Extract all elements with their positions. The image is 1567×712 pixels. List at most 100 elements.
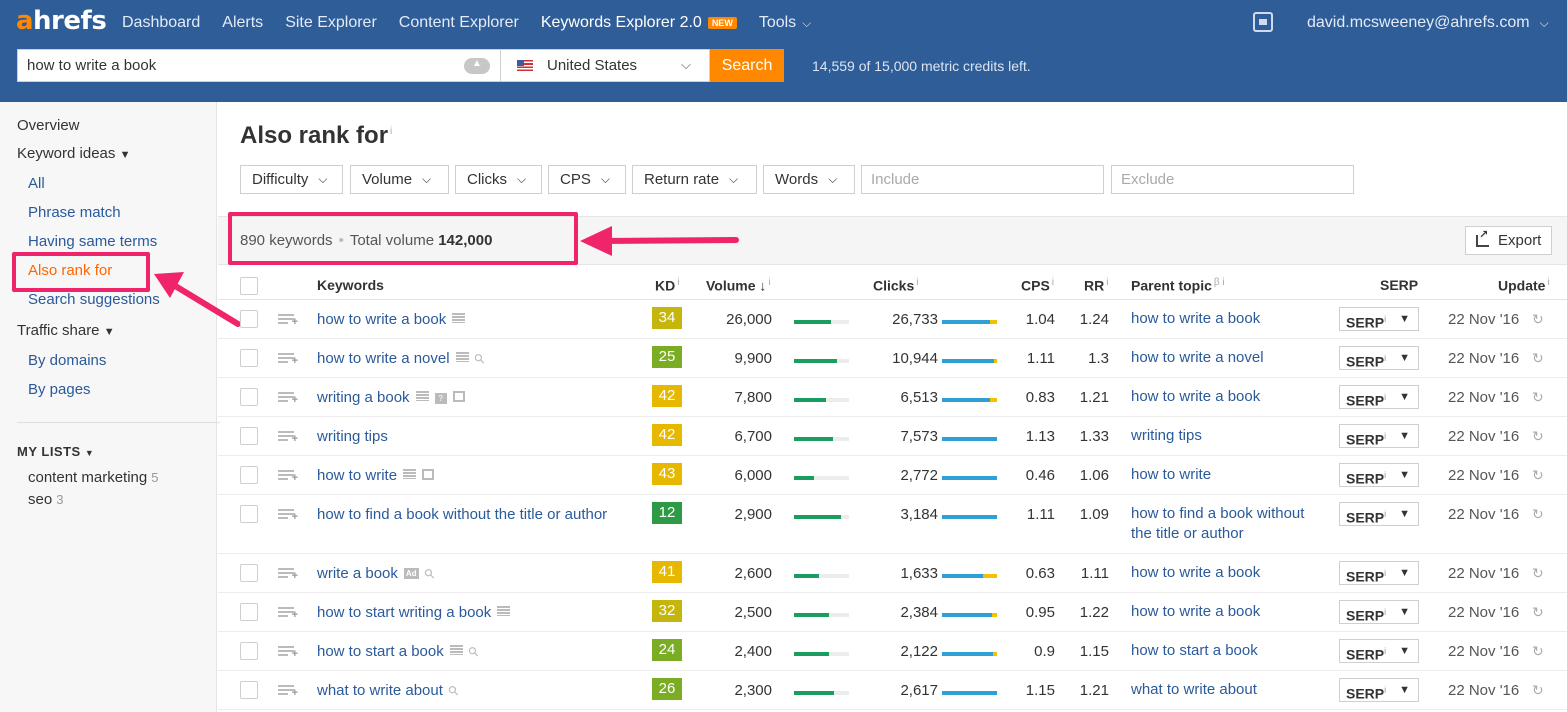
row-checkbox[interactable] xyxy=(240,466,258,484)
serp-dropdown[interactable]: SERPi ▼ xyxy=(1339,678,1419,702)
ahrefs-logo[interactable]: ahrefs xyxy=(16,6,107,36)
refresh-icon[interactable]: ↻ xyxy=(1532,428,1544,445)
add-to-list-icon[interactable] xyxy=(278,568,298,582)
keyword-link[interactable]: how to start writing a book xyxy=(317,604,491,621)
row-checkbox[interactable] xyxy=(240,349,258,367)
upload-cloud-icon[interactable] xyxy=(464,58,490,74)
serp-dropdown[interactable]: SERPi ▼ xyxy=(1339,307,1419,331)
info-icon[interactable]: i xyxy=(916,277,918,288)
sidebar-item-traffic-share[interactable]: Traffic share ▼ xyxy=(17,322,115,339)
exclude-input[interactable] xyxy=(1111,165,1354,194)
row-checkbox[interactable] xyxy=(240,388,258,406)
parent-topic-link[interactable]: writing tips xyxy=(1131,427,1202,444)
refresh-icon[interactable]: ↻ xyxy=(1532,350,1544,367)
row-checkbox[interactable] xyxy=(240,505,258,523)
serp-dropdown[interactable]: SERPi ▼ xyxy=(1339,463,1419,487)
nav-tools[interactable]: Tools ⌵ xyxy=(759,14,811,32)
keyword-link[interactable]: how to write a book xyxy=(317,311,446,328)
column-header-parent-topic[interactable]: Parent topic β i xyxy=(1131,277,1225,294)
column-header-keywords[interactable]: Keywords xyxy=(317,277,384,293)
row-checkbox[interactable] xyxy=(240,681,258,699)
nav-site-explorer[interactable]: Site Explorer xyxy=(285,14,377,32)
export-button[interactable]: Export xyxy=(1465,226,1552,255)
column-header-clicks[interactable]: Clicks i xyxy=(873,277,918,294)
filter-words[interactable]: Words ⌵ xyxy=(763,165,855,194)
column-header-update[interactable]: Update i xyxy=(1498,277,1550,294)
parent-topic-link[interactable]: what to write about xyxy=(1131,681,1257,698)
keyword-link[interactable]: writing tips xyxy=(317,428,388,445)
sidebar-item-having-same-terms[interactable]: Having same terms xyxy=(28,233,157,250)
info-icon[interactable]: i xyxy=(1052,277,1054,288)
search-button[interactable]: Search xyxy=(710,49,784,82)
country-select[interactable]: United States ⌵ xyxy=(501,49,710,82)
refresh-icon[interactable]: ↻ xyxy=(1532,311,1544,328)
sidebar-item-by-pages[interactable]: By pages xyxy=(28,381,91,398)
add-to-list-icon[interactable] xyxy=(278,646,298,660)
serp-dropdown[interactable]: SERPi ▼ xyxy=(1339,385,1419,409)
info-icon[interactable]: i xyxy=(1106,277,1108,288)
sidebar-item-overview[interactable]: Overview xyxy=(17,117,80,134)
keyword-link[interactable]: how to write a novel xyxy=(317,350,450,367)
serp-dropdown[interactable]: SERPi ▼ xyxy=(1339,424,1419,448)
filter-cps[interactable]: CPS ⌵ xyxy=(548,165,626,194)
list-item-content-marketing[interactable]: content marketing 5 xyxy=(28,469,158,486)
list-item-seo[interactable]: seo 3 xyxy=(28,491,63,508)
add-to-list-icon[interactable] xyxy=(278,607,298,621)
parent-topic-link[interactable]: how to write a book xyxy=(1131,310,1260,327)
add-to-list-icon[interactable] xyxy=(278,392,298,406)
sidebar-item-keyword-ideas[interactable]: Keyword ideas ▼ xyxy=(17,145,130,162)
row-checkbox[interactable] xyxy=(240,427,258,445)
parent-topic-link[interactable]: how to write a book xyxy=(1131,564,1260,581)
add-to-list-icon[interactable] xyxy=(278,470,298,484)
serp-dropdown[interactable]: SERPi ▼ xyxy=(1339,346,1419,370)
refresh-icon[interactable]: ↻ xyxy=(1532,604,1544,621)
filter-return-rate[interactable]: Return rate ⌵ xyxy=(632,165,757,194)
add-to-list-icon[interactable] xyxy=(278,314,298,328)
add-to-list-icon[interactable] xyxy=(278,431,298,445)
parent-topic-link-line2[interactable]: the title or author xyxy=(1131,525,1244,542)
keyword-link[interactable]: write a book xyxy=(317,565,398,582)
select-all-checkbox[interactable] xyxy=(240,277,258,295)
search-input[interactable] xyxy=(18,50,458,81)
filter-volume[interactable]: Volume ⌵ xyxy=(350,165,449,194)
include-input[interactable] xyxy=(861,165,1104,194)
keyword-link[interactable]: how to start a book xyxy=(317,643,444,660)
nav-keywords-explorer[interactable]: Keywords Explorer 2.0 NEW xyxy=(541,14,737,32)
parent-topic-link[interactable]: how to write a book xyxy=(1131,603,1260,620)
add-to-list-icon[interactable] xyxy=(278,509,298,523)
sidebar-item-by-domains[interactable]: By domains xyxy=(28,352,106,369)
nav-content-explorer[interactable]: Content Explorer xyxy=(399,14,519,32)
keyword-link[interactable]: what to write about xyxy=(317,682,443,699)
keyword-link[interactable]: how to find a book without the title or … xyxy=(317,506,607,523)
my-lists-heading[interactable]: MY LISTS ▼ xyxy=(17,444,94,459)
column-header-volume[interactable]: Volume ↓ i xyxy=(706,277,771,294)
add-to-list-icon[interactable] xyxy=(278,685,298,699)
refresh-icon[interactable]: ↻ xyxy=(1532,682,1544,699)
row-checkbox[interactable] xyxy=(240,310,258,328)
info-icon[interactable]: i xyxy=(1547,277,1549,288)
parent-topic-link[interactable]: how to write xyxy=(1131,466,1211,483)
nav-dashboard[interactable]: Dashboard xyxy=(122,14,200,32)
parent-topic-link[interactable]: how to write a book xyxy=(1131,388,1260,405)
refresh-icon[interactable]: ↻ xyxy=(1532,389,1544,406)
column-header-rr[interactable]: RR i xyxy=(1084,277,1108,294)
refresh-icon[interactable]: ↻ xyxy=(1532,506,1544,523)
parent-topic-link[interactable]: how to write a novel xyxy=(1131,349,1264,366)
filter-clicks[interactable]: Clicks ⌵ xyxy=(455,165,542,194)
refresh-icon[interactable]: ↻ xyxy=(1532,643,1544,660)
serp-dropdown[interactable]: SERPi ▼ xyxy=(1339,600,1419,624)
info-icon[interactable]: i xyxy=(390,126,392,137)
beta-info-icon[interactable]: β i xyxy=(1214,277,1225,288)
row-checkbox[interactable] xyxy=(240,603,258,621)
serp-dropdown[interactable]: SERPi ▼ xyxy=(1339,639,1419,663)
account-icon[interactable] xyxy=(1253,12,1273,32)
refresh-icon[interactable]: ↻ xyxy=(1532,565,1544,582)
column-header-cps[interactable]: CPS i xyxy=(1021,277,1054,294)
sidebar-item-all[interactable]: All xyxy=(28,175,45,192)
parent-topic-link[interactable]: how to find a book without xyxy=(1131,505,1304,522)
parent-topic-link[interactable]: how to start a book xyxy=(1131,642,1258,659)
serp-dropdown[interactable]: SERPi ▼ xyxy=(1339,561,1419,585)
refresh-icon[interactable]: ↻ xyxy=(1532,467,1544,484)
keyword-link[interactable]: writing a book xyxy=(317,389,410,406)
serp-dropdown[interactable]: SERPi ▼ xyxy=(1339,502,1419,526)
